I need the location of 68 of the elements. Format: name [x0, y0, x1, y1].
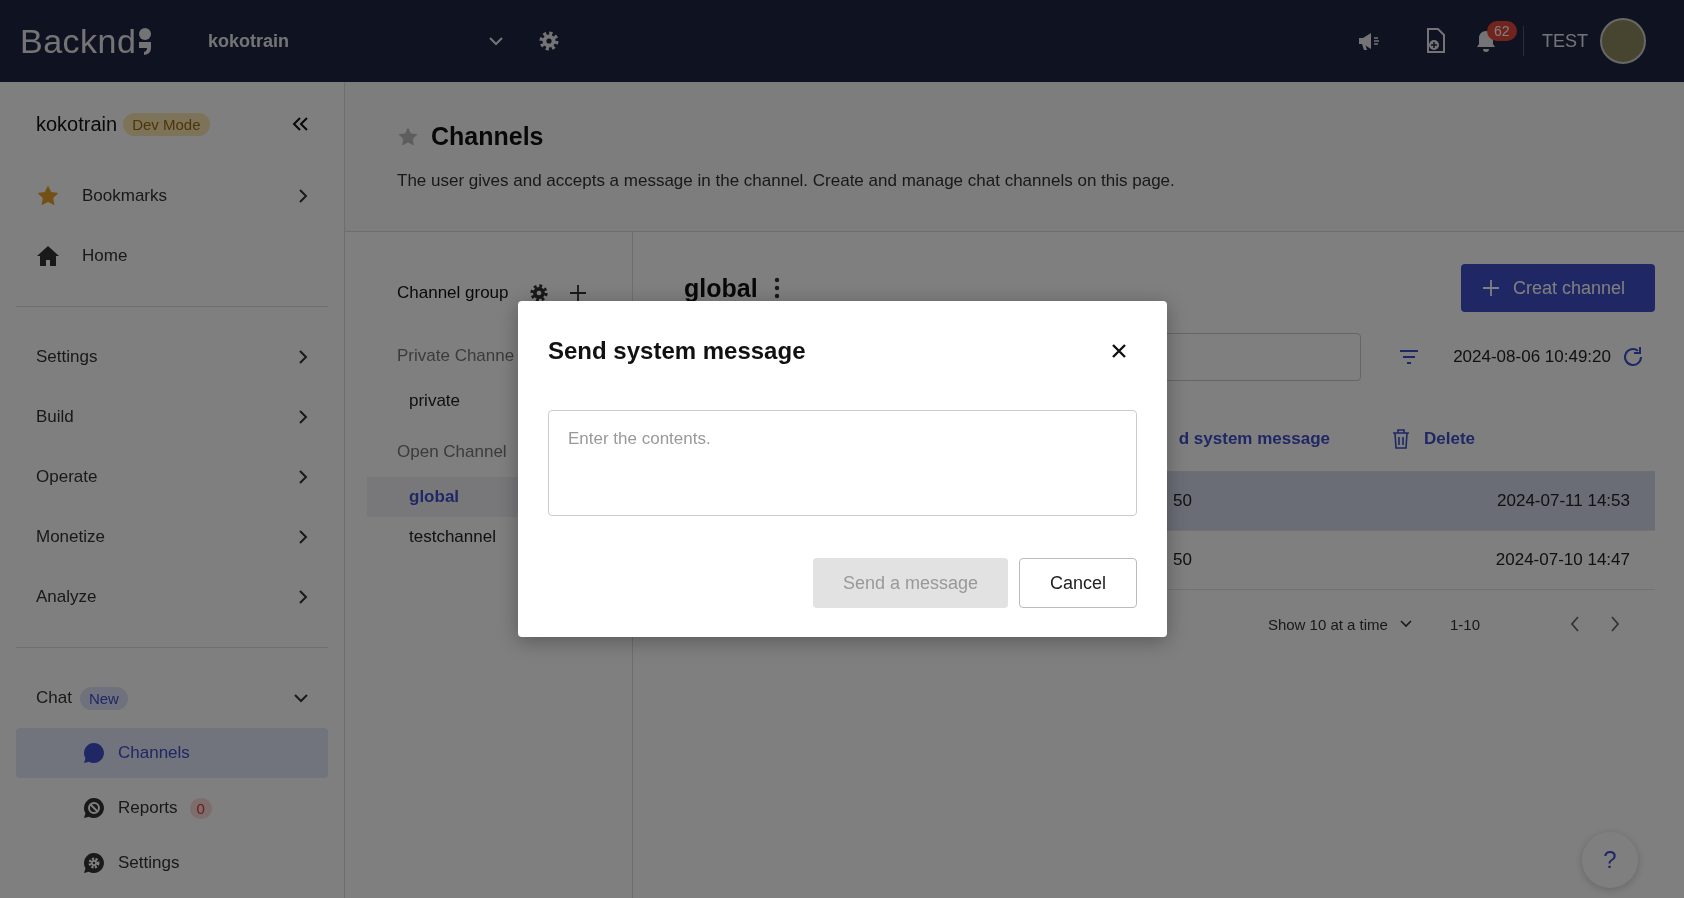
page-title: Channels — [431, 122, 544, 151]
sidebar-section-label[interactable]: Chat — [36, 688, 72, 708]
more-icon[interactable] — [773, 277, 780, 299]
user-name[interactable]: TEST — [1542, 30, 1588, 52]
new-badge: New — [79, 686, 128, 710]
sidebar-sub-item[interactable]: Reports 0 — [16, 783, 328, 833]
sidebar-item[interactable]: Bookmarks — [16, 166, 328, 226]
chevron-right-icon[interactable] — [298, 530, 308, 544]
chevron-right-icon[interactable] — [298, 189, 308, 203]
delete-button[interactable]: Delete — [1391, 429, 1475, 449]
modal-title: Send system message — [548, 337, 806, 365]
table-cell: 50 — [1173, 491, 1192, 511]
table-cell: 2024-07-10 14:47 — [1495, 550, 1630, 570]
timestamp: 2024-08-06 10:49:20 — [1453, 347, 1611, 367]
sidebar-menu-item[interactable]: Analyze — [16, 567, 328, 627]
sidebar-sub-item[interactable]: Settings — [16, 838, 328, 888]
chevron-down-icon[interactable] — [294, 691, 308, 705]
group-heading: Open Channel — [397, 441, 507, 463]
channel-title: global — [684, 273, 758, 303]
table-cell: 2024-07-11 14:53 — [1497, 491, 1630, 511]
notification-badge: 62 — [1487, 21, 1517, 41]
trash-icon — [1391, 429, 1410, 449]
message-input-field[interactable]: Enter the contents. — [548, 410, 1137, 516]
cancel-button[interactable]: Cancel — [1018, 558, 1137, 608]
settings-icon[interactable] — [528, 283, 549, 303]
previous-page-icon[interactable] — [1570, 616, 1580, 632]
collapse-icon[interactable] — [292, 117, 308, 131]
chat-settings-icon — [82, 851, 106, 875]
table-cell: 50 — [1173, 550, 1192, 570]
sidebar-menu-item[interactable]: Monetize — [16, 507, 328, 567]
project-name: kokotrain — [36, 112, 118, 136]
project-selector[interactable]: kokotrain — [208, 30, 488, 52]
document-icon[interactable] — [1425, 28, 1447, 54]
send-message-link[interactable]: d system message — [1178, 429, 1330, 449]
sidebar-menu-item[interactable]: Operate — [16, 447, 328, 507]
filter-icon[interactable] — [1399, 350, 1420, 364]
channel-group-label: Channel group — [397, 283, 509, 303]
page-range: 1-10 — [1449, 615, 1480, 633]
close-icon[interactable] — [1111, 343, 1127, 359]
chevron-down-icon — [1399, 620, 1412, 628]
sidebar-menu-item[interactable]: Settings — [16, 327, 328, 387]
home-icon — [36, 244, 60, 268]
chevron-right-icon[interactable] — [298, 350, 308, 364]
chat-bubble-icon — [82, 741, 106, 765]
plus-icon[interactable] — [568, 284, 587, 302]
count-badge: 0 — [189, 797, 212, 819]
page-size-select[interactable]: Show 10 at a time — [1267, 615, 1412, 633]
chevron-right-icon[interactable] — [298, 590, 308, 604]
chevron-right-icon[interactable] — [298, 470, 308, 484]
plus-icon — [1482, 280, 1499, 296]
group-heading: Private Channe — [397, 345, 515, 367]
logo-mark-icon — [138, 27, 153, 55]
chevron-right-icon[interactable] — [298, 410, 308, 424]
blocked-chat-icon — [82, 796, 106, 820]
page-description: The user gives and accepts a message in the channel. Create and manage chat channels on this page. — [397, 171, 1176, 191]
bookmark-star-icon[interactable] — [397, 125, 419, 148]
sidebar-menu-item[interactable]: Build — [16, 387, 328, 447]
chevron-down-icon[interactable] — [488, 36, 504, 46]
create-channel-button[interactable]: Creat channel — [1460, 264, 1655, 312]
logo-text[interactable]: Backnd — [20, 21, 137, 61]
sidebar-sub-item[interactable]: Channels — [16, 728, 328, 778]
avatar-icon[interactable] — [1600, 18, 1646, 64]
star-icon — [36, 184, 60, 208]
dev-mode-badge: Dev Mode — [123, 112, 210, 136]
megaphone-icon[interactable] — [1357, 30, 1381, 52]
sidebar-item[interactable]: Home — [16, 226, 328, 286]
refresh-icon[interactable] — [1621, 345, 1645, 369]
next-page-icon[interactable] — [1610, 616, 1620, 632]
